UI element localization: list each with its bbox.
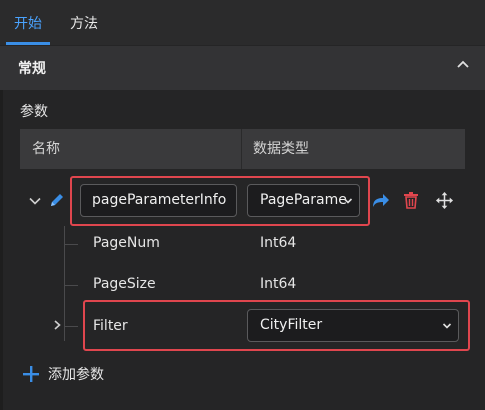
param-type-value: PageParame: [260, 192, 347, 208]
child-param-type: Int64: [260, 276, 297, 292]
chevron-up-icon[interactable]: [455, 57, 471, 73]
plus-icon: [23, 366, 39, 382]
params-table-header: 名称 数据类型: [20, 129, 465, 169]
param-type-select[interactable]: PageParame: [247, 184, 360, 217]
param-name-input[interactable]: pageParameterInfo: [80, 184, 237, 217]
column-divider: [241, 129, 242, 169]
chevron-down-icon: [442, 323, 452, 329]
tab-start[interactable]: 开始: [14, 0, 42, 45]
move-arrows-icon[interactable]: [435, 191, 454, 210]
child-param-name: PageSize: [93, 276, 156, 292]
chevron-down-icon: [343, 198, 353, 204]
tree-guide-branch: [64, 326, 78, 327]
tree-guide-branch: [64, 244, 78, 245]
add-param-label: 添加参数: [48, 367, 104, 383]
tab-methods[interactable]: 方法: [70, 0, 98, 45]
child-param-name: PageNum: [93, 235, 160, 251]
active-tab-indicator: [6, 42, 50, 45]
filter-type-select[interactable]: CityFilter: [247, 309, 459, 342]
chevron-right-icon[interactable]: [51, 319, 63, 331]
section-header-general[interactable]: 常规: [0, 46, 485, 90]
panel-edge: [0, 90, 3, 410]
column-header-name: 名称: [32, 141, 60, 157]
child-param-type: Int64: [260, 235, 297, 251]
tab-bar: 开始 方法: [0, 0, 485, 45]
redo-arrow-icon[interactable]: [370, 191, 390, 209]
pencil-icon[interactable]: [48, 191, 66, 209]
column-header-type: 数据类型: [253, 141, 309, 157]
filter-type-value: CityFilter: [260, 317, 323, 333]
chevron-down-icon[interactable]: [28, 194, 42, 208]
tree-guide-branch: [64, 285, 78, 286]
section-title: 常规: [18, 61, 46, 77]
trash-icon[interactable]: [403, 191, 419, 209]
params-label: 参数: [20, 104, 48, 120]
filter-param-name: Filter: [93, 318, 128, 334]
